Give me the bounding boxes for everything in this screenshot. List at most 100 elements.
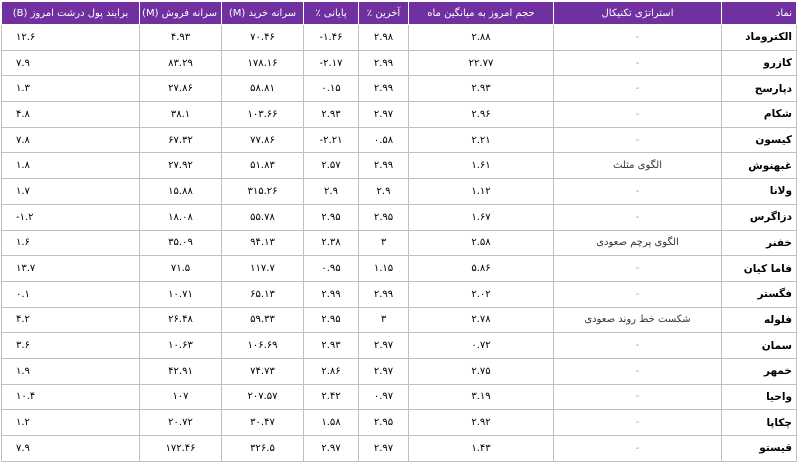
cell-buy-per-capita: ۵۵.۷۸: [221, 203, 304, 231]
cell-buy-per-capita: ۳۰.۴۷: [221, 409, 304, 436]
cell-net-money-flow: ۷.۹: [1, 435, 140, 462]
cell-strategy: -: [553, 126, 722, 154]
cell-close-pct: -۲.۱۷: [303, 49, 359, 77]
cell-close-pct: -۲.۲۱: [303, 126, 359, 154]
cell-strategy: -: [553, 280, 722, 308]
cell-strategy: -: [553, 409, 722, 436]
table-row: خمهر -۲.۷۵ ۲.۹۷ ۲.۸۶ ۷۴.۷۳ ۴۲.۹۱ ۱.۹: [1, 357, 797, 385]
cell-sell-per-capita: ۱۵.۸۸: [139, 178, 222, 205]
cell-last-pct: ۱.۱۵: [358, 255, 409, 282]
cell-close-pct: ۰.۹۵: [303, 255, 359, 282]
cell-close-pct: ۲.۹۳: [303, 332, 359, 359]
cell-net-money-flow: ۳.۶: [1, 332, 140, 359]
cell-volume-ratio: ۲۲.۷۷: [408, 49, 554, 77]
cell-sell-per-capita: ۲۶.۴۸: [139, 306, 222, 334]
cell-last-pct: ۲.۹: [358, 178, 409, 205]
table-row: دزاگرس -۱.۶۷ ۲.۹۵ ۲.۹۵ ۵۵.۷۸ ۱۸.۰۸ -۱.۲: [1, 203, 797, 231]
cell-symbol: سمان: [721, 332, 797, 359]
table-row: قیستو -۱.۴۳ ۲.۹۷ ۲.۹۷ ۳۲۶.۵ ۱۷۲.۴۶ ۷.۹: [1, 435, 797, 462]
header-symbol: نماد: [721, 1, 797, 25]
cell-buy-per-capita: ۹۴.۱۳: [221, 229, 304, 257]
cell-sell-per-capita: ۱۰۷: [139, 383, 222, 411]
table-row: غبهنوش الگوی مثلث ۱.۶۱ ۲.۹۹ ۲.۵۷ ۵۱.۸۳ ۲۷.۹۲ ۱.…: [1, 152, 797, 180]
cell-symbol: خمهر: [721, 357, 797, 385]
table-row: الکتروماد -۲.۸۸ ۲.۹۸ -۱.۴۶ ۷۰.۴۶ ۴.۹۳ ۱۲.۶: [1, 24, 797, 51]
cell-symbol: ولانا: [721, 178, 797, 205]
cell-volume-ratio: ۱.۴۳: [408, 435, 554, 462]
cell-buy-per-capita: ۵۱.۸۳: [221, 152, 304, 180]
cell-volume-ratio: ۲.۹۳: [408, 75, 554, 103]
cell-symbol: دزاگرس: [721, 203, 797, 231]
table-row: کازرو -۲۲.۷۷ ۲.۹۹ -۲.۱۷ ۱۷۸.۱۶ ۸۳.۲۹ ۷.۹: [1, 49, 797, 77]
header-strategy: استراتژی تکنیکال: [553, 1, 722, 25]
cell-net-money-flow: ۱.۶: [1, 229, 140, 257]
cell-net-money-flow: ۱۳.۷: [1, 255, 140, 282]
cell-last-pct: ۲.۹۷: [358, 101, 409, 128]
cell-strategy: -: [553, 383, 722, 411]
cell-last-pct: ۲.۹۸: [358, 24, 409, 51]
cell-last-pct: ۲.۹۷: [358, 357, 409, 385]
cell-net-money-flow: -۱.۲: [1, 203, 140, 231]
cell-buy-per-capita: ۵۹.۳۳: [221, 306, 304, 334]
cell-sell-per-capita: ۶۷.۳۲: [139, 126, 222, 154]
cell-volume-ratio: ۲.۹۶: [408, 101, 554, 128]
cell-net-money-flow: ۰.۱: [1, 280, 140, 308]
cell-volume-ratio: ۲.۲۱: [408, 126, 554, 154]
cell-strategy: -: [553, 75, 722, 103]
cell-sell-per-capita: ۱۰.۷۱: [139, 280, 222, 308]
cell-close-pct: ۲.۵۷: [303, 152, 359, 180]
cell-sell-per-capita: ۲۰.۷۲: [139, 409, 222, 436]
cell-net-money-flow: ۷.۸: [1, 126, 140, 154]
table-row: واحیا -۳.۱۹ ۰.۹۷ ۲.۴۲ ۲۰۷.۵۷ ۱۰۷ ۱۰.۴: [1, 383, 797, 411]
cell-close-pct: ۲.۳۸: [303, 229, 359, 257]
cell-last-pct: ۲.۹۵: [358, 203, 409, 231]
cell-net-money-flow: ۷.۹: [1, 49, 140, 77]
cell-buy-per-capita: ۱۷۸.۱۶: [221, 49, 304, 77]
cell-symbol: قیستو: [721, 435, 797, 462]
cell-volume-ratio: ۲.۸۸: [408, 24, 554, 51]
cell-buy-per-capita: ۶۵.۱۳: [221, 280, 304, 308]
cell-symbol: دپارسح: [721, 75, 797, 103]
cell-last-pct: ۲.۹۷: [358, 435, 409, 462]
cell-symbol: چکاپا: [721, 409, 797, 436]
cell-strategy: -: [553, 24, 722, 51]
cell-close-pct: ۰.۱۵: [303, 75, 359, 103]
cell-last-pct: ۲.۹۹: [358, 152, 409, 180]
cell-sell-per-capita: ۳۸.۱: [139, 101, 222, 128]
cell-symbol: غبهنوش: [721, 152, 797, 180]
cell-strategy: -: [553, 178, 722, 205]
table-row: فلوله شکست خط روند صعودی ۲.۷۸ ۳ ۲.۹۵ ۵۹.۳۳ ۲۶.…: [1, 306, 797, 334]
header-close-pct: پایانی ٪: [303, 1, 359, 25]
header-buy-per-capita: سرانه خرید (M): [221, 1, 304, 25]
cell-sell-per-capita: ۳۵.۰۹: [139, 229, 222, 257]
cell-close-pct: ۲.۴۲: [303, 383, 359, 411]
cell-buy-per-capita: ۳۱۵.۲۶: [221, 178, 304, 205]
cell-strategy: -: [553, 203, 722, 231]
cell-close-pct: -۱.۴۶: [303, 24, 359, 51]
header-sell-per-capita: سرانه فروش (M): [139, 1, 222, 25]
cell-volume-ratio: ۲.۷۸: [408, 306, 554, 334]
stock-screener-table: نماد استراتژی تکنیکال حجم امروز به میانگ…: [1, 1, 797, 462]
cell-volume-ratio: ۲.۷۵: [408, 357, 554, 385]
table-row: کیسون -۲.۲۱ ۰.۵۸ -۲.۲۱ ۷۷.۸۶ ۶۷.۳۲ ۷.۸: [1, 126, 797, 154]
header-net-money-flow: برایند پول درشت امروز (B): [1, 1, 140, 25]
cell-close-pct: ۱.۵۸: [303, 409, 359, 436]
cell-symbol: کیسون: [721, 126, 797, 154]
cell-buy-per-capita: ۷۰.۴۶: [221, 24, 304, 51]
cell-last-pct: ۲.۹۵: [358, 409, 409, 436]
cell-buy-per-capita: ۱۰۶.۶۹: [221, 332, 304, 359]
cell-symbol: فاما کیان: [721, 255, 797, 282]
cell-strategy: شکست خط روند صعودی: [553, 306, 722, 334]
table-header-row: نماد استراتژی تکنیکال حجم امروز به میانگ…: [1, 1, 797, 25]
cell-strategy: -: [553, 357, 722, 385]
cell-sell-per-capita: ۱۸.۰۸: [139, 203, 222, 231]
cell-net-money-flow: ۱۰.۴: [1, 383, 140, 411]
cell-close-pct: ۲.۹۷: [303, 435, 359, 462]
cell-net-money-flow: ۴.۲: [1, 306, 140, 334]
table-row: فگستر -۲.۰۲ ۲.۹۹ ۲.۹۹ ۶۵.۱۳ ۱۰.۷۱ ۰.۱: [1, 280, 797, 308]
cell-last-pct: ۲.۹۹: [358, 49, 409, 77]
cell-sell-per-capita: ۲۷.۸۶: [139, 75, 222, 103]
cell-buy-per-capita: ۵۸.۸۱: [221, 75, 304, 103]
cell-volume-ratio: ۰.۷۲: [408, 332, 554, 359]
cell-symbol: خفنر: [721, 229, 797, 257]
